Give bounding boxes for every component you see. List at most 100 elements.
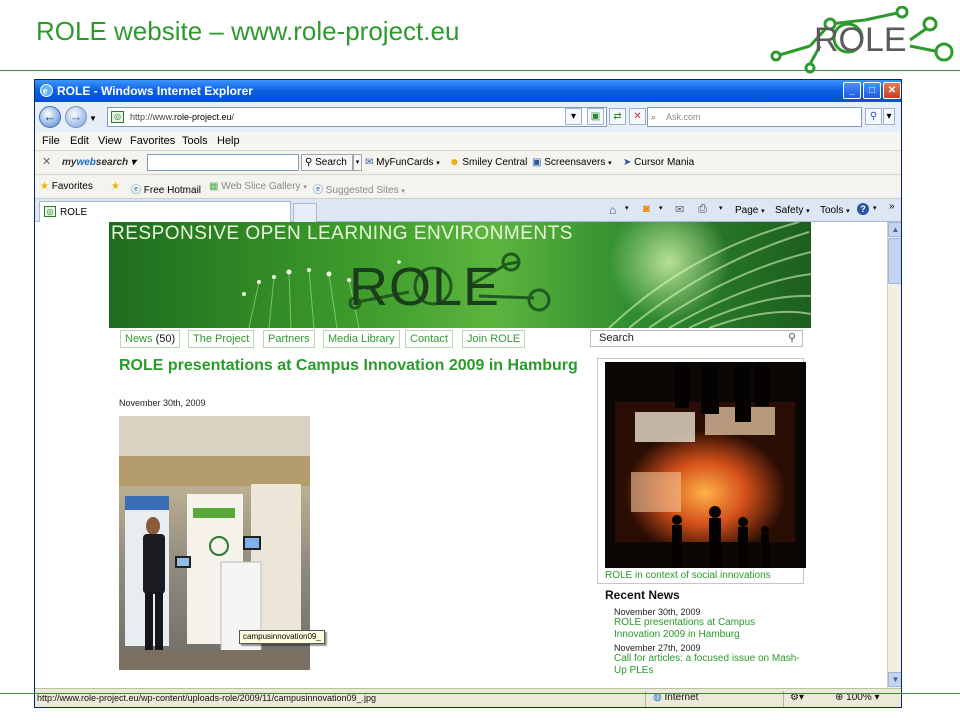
home-options-chevron-icon[interactable]: ▾ — [625, 204, 629, 212]
image-tooltip: campusinnovation09_ — [239, 630, 325, 644]
slide-divider-top — [0, 70, 960, 71]
search-icon: ⚲ — [305, 157, 313, 168]
svg-text:e: e — [43, 86, 48, 97]
maximize-button[interactable]: □ — [863, 82, 881, 99]
menu-file[interactable]: File — [42, 135, 60, 147]
print-options-chevron-icon[interactable]: ▾ — [719, 204, 723, 212]
help-icon[interactable]: ? — [857, 203, 869, 215]
page-menu[interactable]: Page ▾ — [735, 205, 765, 216]
refresh-button[interactable]: ⇄ — [609, 108, 626, 125]
mywebsearch-brand[interactable]: mywebsearch ▾ — [62, 157, 136, 168]
url-input[interactable]: ◎ http://www.role-project.eu/ — [107, 107, 607, 127]
mywebsearch-toolbar: ✕ mywebsearch ▾ ⚲ Search ▾ ✉ MyFunCards … — [35, 150, 901, 174]
url-suffix: / — [231, 112, 235, 122]
myfuncards-icon: ✉ — [365, 157, 374, 168]
browser-search-input[interactable]: ⌕ Ask.com — [647, 107, 862, 127]
news-link[interactable]: Call for articles: a focused issue on Ma… — [614, 653, 804, 677]
menu-favorites[interactable]: Favorites — [130, 135, 175, 147]
window-titlebar[interactable]: e ROLE - Windows Internet Explorer _ □ ✕ — [35, 80, 901, 102]
menu-tools[interactable]: Tools — [182, 135, 208, 147]
magnifier-icon[interactable]: ⚲ — [788, 331, 796, 346]
scroll-down-arrow-icon[interactable]: ▼ — [888, 672, 901, 687]
close-button[interactable]: ✕ — [883, 82, 901, 99]
post-title[interactable]: ROLE presentations at Campus Innovation … — [119, 356, 589, 376]
rss-feed-icon[interactable]: ◙ — [643, 203, 650, 215]
menu-edit[interactable]: Edit — [70, 135, 89, 147]
screensavers-link[interactable]: ▣ Screensavers ▾ — [532, 157, 612, 168]
favorites-button[interactable]: ★ Favorites — [40, 181, 93, 192]
myfuncards-link[interactable]: ✉ MyFunCards ▾ — [365, 157, 440, 168]
status-bar: http://www.role-project.eu/wp-content/up… — [35, 688, 901, 707]
stop-icon: ✕ — [633, 111, 642, 122]
help-options-chevron-icon[interactable]: ▾ — [873, 204, 877, 212]
featured-image-caption[interactable]: ROLE in context of social innovations — [605, 570, 771, 581]
search-go-button[interactable]: ⚲ — [865, 108, 882, 125]
status-url: http://www.role-project.eu/wp-content/up… — [37, 693, 377, 703]
add-favorite-star-icon[interactable]: ★ — [111, 181, 120, 192]
forward-arrow-icon: → — [69, 109, 83, 124]
cursor-mania-link[interactable]: ➤ Cursor Mania — [623, 157, 694, 168]
vertical-scrollbar[interactable]: ▲ ▼ — [887, 222, 901, 688]
search-icon: ⚲ — [869, 111, 878, 122]
nav-the-project[interactable]: The Project — [188, 330, 255, 348]
url-dropdown-button[interactable]: ▾ — [565, 108, 582, 125]
mywebsearch-search-button[interactable]: ⚲ Search — [301, 154, 353, 171]
scroll-up-arrow-icon[interactable]: ▲ — [888, 222, 901, 237]
nav-media-library[interactable]: Media Library — [323, 330, 400, 348]
address-bar: ← → ▼ ◎ http://www.role-project.eu/ ▾ ▣ … — [35, 102, 901, 132]
home-icon[interactable]: ⌂ — [609, 203, 616, 217]
slide-divider-bottom — [0, 693, 960, 694]
chevron-down-icon: ▾ — [570, 111, 577, 122]
site-search-input[interactable]: Search ⚲ — [590, 330, 803, 347]
tools-menu[interactable]: Tools ▾ — [820, 205, 850, 216]
url-domain: role-project.eu — [174, 112, 232, 122]
site-banner[interactable]: RESPONSIVE OPEN LEARNING ENVIRONMENTS RO… — [109, 222, 811, 328]
forward-button[interactable]: → — [65, 106, 87, 128]
minimize-button[interactable]: _ — [843, 82, 861, 99]
role-logo-text: ROLE — [814, 21, 907, 59]
tab-role[interactable]: ◎ ROLE — [39, 201, 291, 223]
menu-view[interactable]: View — [98, 135, 122, 147]
new-tab-button[interactable] — [293, 203, 317, 222]
compatibility-icon: ▣ — [590, 111, 601, 122]
tab-label: ROLE — [60, 207, 88, 218]
ie-page-icon: ⓔ — [313, 185, 323, 196]
window-title: ROLE - Windows Internet Explorer — [57, 84, 253, 98]
social-innovations-photo[interactable] — [605, 362, 806, 568]
banner-logo-text: ROLE — [349, 257, 501, 317]
feed-options-chevron-icon[interactable]: ▾ — [659, 204, 663, 212]
toolbar-overflow-icon[interactable]: » — [889, 201, 895, 212]
menu-help[interactable]: Help — [217, 135, 240, 147]
stop-button[interactable]: ✕ — [629, 108, 646, 125]
smiley-icon: ☻ — [449, 157, 460, 168]
monitor-icon: ▣ — [532, 157, 542, 168]
mail-icon[interactable]: ✉ — [675, 203, 684, 216]
toolbar-close-icon[interactable]: ✕ — [42, 155, 51, 168]
nav-news[interactable]: News (50) — [120, 330, 181, 348]
nav-contact[interactable]: Contact — [405, 330, 453, 348]
suggested-sites-link[interactable]: ⓔ Suggested Sites ▾ — [313, 181, 405, 196]
nav-join-role[interactable]: Join ROLE — [462, 330, 526, 348]
browser-window: e ROLE - Windows Internet Explorer _ □ ✕… — [34, 79, 902, 708]
back-button[interactable]: ← — [39, 106, 61, 128]
smiley-central-link[interactable]: ☻ Smiley Central — [449, 157, 527, 168]
mywebsearch-input[interactable] — [147, 154, 299, 171]
free-hotmail-link[interactable]: ⓔ Free Hotmail — [131, 181, 201, 196]
favorites-bar: ★ Favorites ★ ⓔ Free Hotmail ▦ Web Slice… — [35, 174, 901, 198]
safety-menu[interactable]: Safety ▾ — [775, 205, 810, 216]
news-date: November 27th, 2009 — [614, 643, 701, 653]
print-icon[interactable]: ⎙ — [698, 203, 707, 216]
role-logo: ROLE — [770, 6, 954, 74]
slide-title: ROLE website – www.role-project.eu — [36, 16, 460, 46]
recent-pages-chevron-icon[interactable]: ▼ — [89, 114, 97, 123]
role-webpage: RESPONSIVE OPEN LEARNING ENVIRONMENTS RO… — [109, 222, 811, 688]
scrollbar-thumb[interactable] — [888, 238, 901, 284]
compatibility-view-button[interactable]: ▣ — [587, 108, 604, 125]
web-slice-icon: ▦ — [209, 181, 219, 192]
search-options-chevron-icon[interactable]: ▾ — [353, 154, 362, 171]
web-slice-gallery-link[interactable]: ▦ Web Slice Gallery ▾ — [209, 181, 307, 192]
nav-partners[interactable]: Partners — [263, 330, 315, 348]
news-link[interactable]: ROLE presentations at Campus Innovation … — [614, 617, 804, 641]
search-options-button[interactable]: ▾ — [883, 108, 895, 125]
site-favicon-icon: ◎ — [44, 206, 56, 217]
